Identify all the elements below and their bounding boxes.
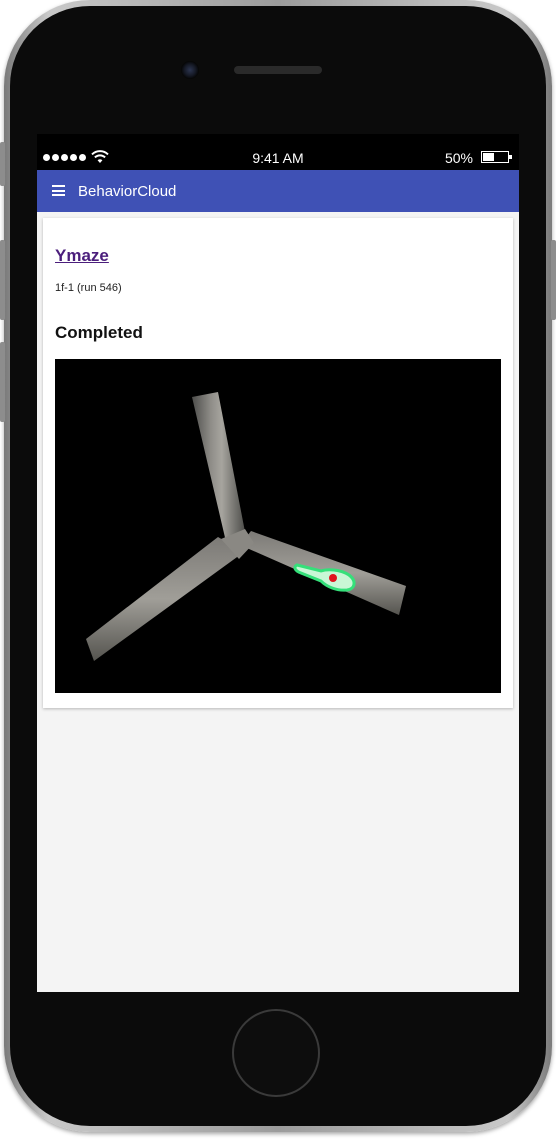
maze-arm-top (192, 392, 246, 546)
volume-up-button (0, 240, 5, 320)
status-bar: 9:41 AM 50% (37, 134, 519, 170)
tracking-video-frame[interactable] (55, 359, 501, 693)
power-button (551, 240, 556, 320)
ymaze-image (86, 392, 406, 661)
silent-switch (0, 142, 5, 186)
home-button[interactable] (232, 1009, 320, 1097)
battery-percentage: 50% (444, 150, 473, 166)
experiment-title-link[interactable]: Ymaze (55, 246, 109, 266)
front-camera (181, 61, 199, 79)
run-subtitle: 1f-1 (run 546) (55, 282, 122, 294)
app-bar: BehaviorCloud (37, 170, 519, 212)
screen: 9:41 AM 50% BehaviorCloud Ymaze 1f-1 (ru… (37, 134, 519, 992)
volume-down-button (0, 342, 5, 422)
maze-arm-left (86, 537, 244, 661)
app-title: BehaviorCloud (78, 183, 177, 200)
battery-icon (481, 151, 509, 163)
battery-tip (509, 155, 512, 159)
battery-level-fill (483, 153, 494, 161)
experiment-card: Ymaze 1f-1 (run 546) Completed (43, 218, 513, 708)
status-heading: Completed (55, 323, 143, 342)
hamburger-menu-icon[interactable] (52, 185, 65, 196)
earpiece-speaker (234, 66, 322, 74)
tracking-point (329, 574, 337, 582)
